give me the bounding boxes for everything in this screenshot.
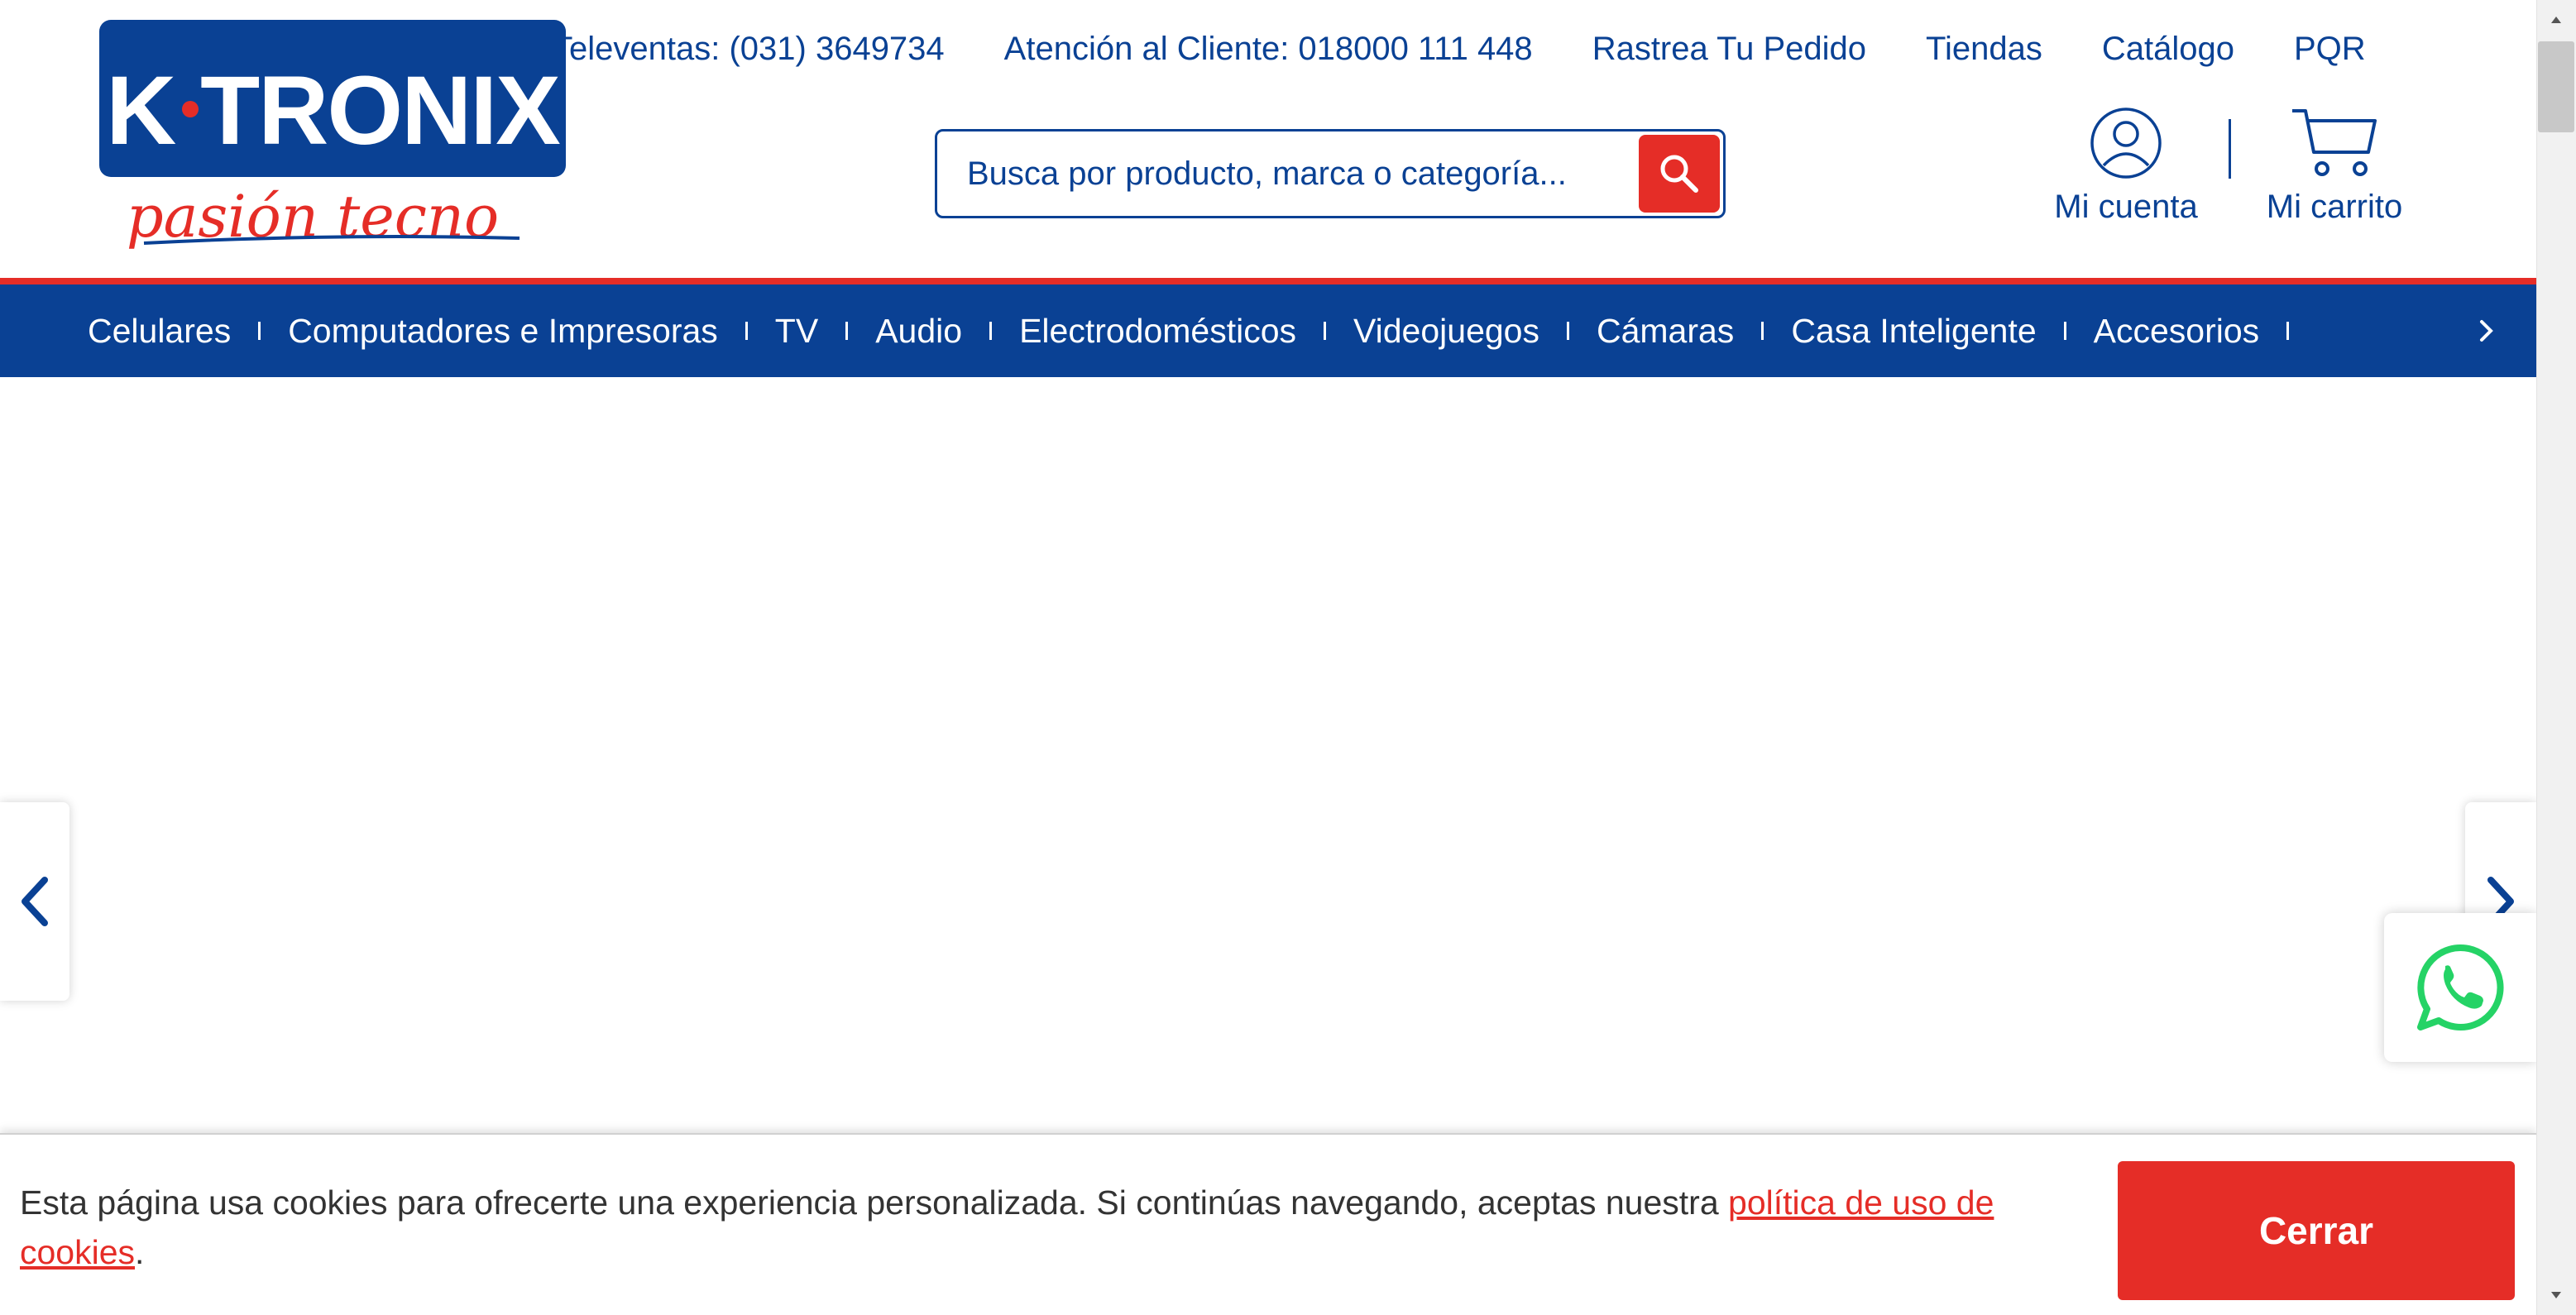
header-divider [2229,119,2231,179]
nav-item-audio[interactable]: Audio [875,312,962,351]
cookie-banner: Esta página usa cookies para ofrecerte u… [0,1133,2536,1315]
user-icon [2090,108,2162,179]
pqr-link[interactable]: PQR [2294,28,2366,69]
nav-next-button[interactable] [2470,314,2503,347]
cookie-message: Esta página usa cookies para ofrecerte u… [20,1178,2063,1277]
customer-service-link[interactable]: Atención al Cliente: 018000 111 448 [1004,28,1533,69]
televentas-link[interactable]: Televentas: (031) 3649734 [553,28,945,69]
nav-divider [2063,322,2066,340]
scroll-down-arrow-icon [2551,1292,2561,1298]
nav-divider [258,322,261,340]
track-order-link[interactable]: Rastrea Tu Pedido [1592,28,1866,69]
scrollbar-track[interactable] [2536,0,2576,1315]
nav-divider [1566,322,1569,340]
nav-item-videojuegos[interactable]: Videojuegos [1353,312,1539,351]
nav-divider [845,322,849,340]
nav-item-tv[interactable]: TV [775,312,818,351]
nav-item-camaras[interactable]: Cámaras [1597,312,1734,351]
scroll-up-arrow-icon [2551,17,2561,23]
my-account-label: Mi cuenta [2054,189,2198,225]
nav-item-casa-inteligente[interactable]: Casa Inteligente [1791,312,2036,351]
nav-divider [1324,322,1327,340]
nav-item-electrodomesticos[interactable]: Electrodomésticos [1019,312,1296,351]
my-cart-button[interactable]: Mi carrito [2252,106,2417,226]
cookie-message-text: Esta página usa cookies para ofrecerte u… [20,1184,1729,1222]
search-box [935,129,1726,218]
catalog-link[interactable]: Catálogo [2102,28,2234,69]
carousel-prev-button[interactable] [0,802,69,1001]
ktronix-logo[interactable]: K TRONIX pasión tecno [99,20,569,268]
scroll-up-button[interactable] [2543,7,2569,33]
search-icon [1660,155,1698,193]
category-nav: Celulares Computadores e Impresoras TV A… [0,285,2536,377]
chevron-right-icon [2480,320,2493,342]
nav-accent-line [0,278,2536,285]
cart-icon [2292,109,2377,176]
my-cart-label: Mi carrito [2266,189,2403,225]
my-account-button[interactable]: Mi cuenta [2043,106,2209,226]
search-input[interactable] [967,143,1629,204]
nav-item-computadores[interactable]: Computadores e Impresoras [288,312,718,351]
cookie-message-suffix: . [135,1233,145,1271]
close-cookie-button[interactable]: Cerrar [2118,1161,2515,1300]
nav-divider [1761,322,1764,340]
nav-divider [2286,322,2290,340]
chevron-left-icon [22,877,48,926]
nav-divider [989,322,993,340]
scrollbar-thumb[interactable] [2538,41,2574,132]
nav-item-celulares[interactable]: Celulares [88,312,231,351]
stores-link[interactable]: Tiendas [1926,28,2042,69]
whatsapp-button[interactable] [2384,913,2536,1062]
top-links-bar: Televentas: (031) 3649734 Atención al Cl… [553,28,2366,69]
scroll-down-button[interactable] [2543,1282,2569,1308]
nav-item-accesorios[interactable]: Accesorios [2094,312,2260,351]
svg-text:K TRONIX: K TRONIX [106,56,560,165]
nav-divider [745,322,748,340]
whatsapp-icon [2417,944,2504,1030]
search-button[interactable] [1639,135,1720,213]
